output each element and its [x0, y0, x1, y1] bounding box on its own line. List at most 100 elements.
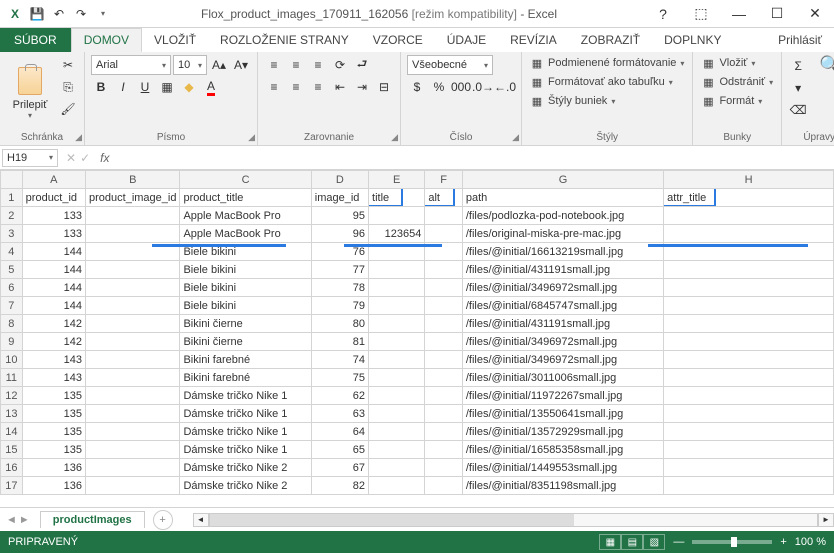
cell[interactable]: 81	[311, 333, 368, 351]
cell[interactable]	[425, 333, 463, 351]
row-header[interactable]: 16	[1, 459, 23, 477]
cell[interactable]: product_id	[22, 189, 85, 207]
comma-format-icon[interactable]: 000	[451, 77, 471, 97]
scroll-thumb[interactable]	[210, 514, 574, 526]
tab-file[interactable]: SÚBOR	[0, 28, 71, 52]
row-header[interactable]: 5	[1, 261, 23, 279]
cell[interactable]: path	[462, 189, 663, 207]
cell[interactable]: /files/@initial/3496972small.jpg	[462, 333, 663, 351]
align-left-icon[interactable]: ≡	[264, 77, 284, 97]
cell[interactable]: Bikini farebné	[180, 369, 311, 387]
cell[interactable]: Biele bikini	[180, 297, 311, 315]
table-row[interactable]: 10143Bikini farebné74/files/@initial/349…	[1, 351, 834, 369]
cancel-formula-icon[interactable]: ✕	[66, 151, 76, 165]
cell[interactable]	[369, 387, 425, 405]
cell[interactable]: 133	[22, 225, 85, 243]
cell[interactable]	[86, 405, 180, 423]
align-right-icon[interactable]: ≡	[308, 77, 328, 97]
col-header[interactable]: G	[462, 171, 663, 189]
tab-view[interactable]: ZOBRAZIŤ	[569, 28, 652, 52]
row-header[interactable]: 8	[1, 315, 23, 333]
wrap-text-icon[interactable]: ⮐	[352, 55, 372, 75]
cell[interactable]: Bikini čierne	[180, 315, 311, 333]
cell[interactable]: 80	[311, 315, 368, 333]
cell[interactable]	[86, 279, 180, 297]
cell[interactable]	[425, 351, 463, 369]
cell[interactable]	[369, 261, 425, 279]
select-all-corner[interactable]	[1, 171, 23, 189]
cell[interactable]	[86, 423, 180, 441]
cell[interactable]	[369, 405, 425, 423]
cell[interactable]: Dámske tričko Nike 1	[180, 405, 311, 423]
cell[interactable]: 78	[311, 279, 368, 297]
insert-cells-button[interactable]: ▦Vložiť▾	[699, 55, 775, 71]
align-middle-icon[interactable]: ≡	[286, 55, 306, 75]
cell[interactable]: 62	[311, 387, 368, 405]
font-launcher-icon[interactable]: ◢	[248, 132, 255, 143]
table-row[interactable]: 6144Biele bikini78/files/@initial/349697…	[1, 279, 834, 297]
cell[interactable]: Dámske tričko Nike 1	[180, 423, 311, 441]
add-sheet-button[interactable]: +	[153, 510, 173, 530]
save-icon[interactable]: 💾	[26, 3, 48, 25]
row-header[interactable]: 4	[1, 243, 23, 261]
undo-icon[interactable]: ↶	[48, 3, 70, 25]
cell[interactable]: /files/@initial/3496972small.jpg	[462, 351, 663, 369]
cell[interactable]	[425, 477, 463, 495]
row-header[interactable]: 12	[1, 387, 23, 405]
col-header[interactable]: B	[86, 171, 180, 189]
cell[interactable]: /files/@initial/8351198small.jpg	[462, 477, 663, 495]
table-row[interactable]: 14135Dámske tričko Nike 164/files/@initi…	[1, 423, 834, 441]
decrease-indent-icon[interactable]: ⇤	[330, 77, 350, 97]
name-box[interactable]: H19▾	[2, 149, 58, 167]
cell[interactable]	[369, 459, 425, 477]
col-header[interactable]: C	[180, 171, 311, 189]
cell[interactable]: image_id	[311, 189, 368, 207]
cell[interactable]: /files/@initial/16585358small.jpg	[462, 441, 663, 459]
cell[interactable]: 144	[22, 297, 85, 315]
cell[interactable]	[425, 441, 463, 459]
percent-format-icon[interactable]: %	[429, 77, 449, 97]
cell[interactable]	[86, 333, 180, 351]
table-row[interactable]: 9142Bikini čierne81/files/@initial/34969…	[1, 333, 834, 351]
tab-addins[interactable]: DOPLNKY	[652, 28, 733, 52]
fill-color-icon[interactable]: ◆	[179, 77, 199, 97]
cell[interactable]: product_title	[180, 189, 311, 207]
table-row[interactable]: 15135Dámske tričko Nike 165/files/@initi…	[1, 441, 834, 459]
cell[interactable]: 74	[311, 351, 368, 369]
increase-font-icon[interactable]: A▴	[209, 55, 229, 75]
italic-button[interactable]: I	[113, 77, 133, 97]
cell[interactable]: 63	[311, 405, 368, 423]
fill-icon[interactable]: ▾	[788, 78, 808, 98]
row-header[interactable]: 3	[1, 225, 23, 243]
cell[interactable]	[425, 405, 463, 423]
cell[interactable]	[369, 243, 425, 261]
row-header[interactable]: 17	[1, 477, 23, 495]
cell[interactable]: 143	[22, 351, 85, 369]
cell[interactable]	[86, 369, 180, 387]
cell[interactable]	[425, 279, 463, 297]
redo-icon[interactable]: ↷	[70, 3, 92, 25]
cut-icon[interactable]: ✂	[58, 55, 78, 75]
increase-indent-icon[interactable]: ⇥	[352, 77, 372, 97]
horizontal-scrollbar[interactable]: ◄ ►	[193, 513, 834, 527]
font-name-combo[interactable]: Arial▾	[91, 55, 171, 75]
cell[interactable]: /files/@initial/1449553small.jpg	[462, 459, 663, 477]
underline-button[interactable]: U	[135, 77, 155, 97]
col-header[interactable]: D	[311, 171, 368, 189]
table-row[interactable]: 4144Biele bikini76/files/@initial/166132…	[1, 243, 834, 261]
row-header[interactable]: 6	[1, 279, 23, 297]
minimize-button[interactable]: —	[720, 0, 758, 28]
cell[interactable]	[664, 459, 834, 477]
cell[interactable]	[664, 423, 834, 441]
cell[interactable]: Dámske tričko Nike 1	[180, 387, 311, 405]
cell[interactable]	[369, 315, 425, 333]
increase-decimal-icon[interactable]: .0→	[473, 77, 493, 97]
cell[interactable]	[369, 423, 425, 441]
align-top-icon[interactable]: ≡	[264, 55, 284, 75]
cell[interactable]: 144	[22, 243, 85, 261]
cell[interactable]	[86, 477, 180, 495]
tab-formulas[interactable]: VZORCE	[361, 28, 435, 52]
tab-home[interactable]: DOMOV	[71, 28, 142, 52]
normal-view-icon[interactable]: ▦	[599, 534, 621, 550]
cell[interactable]	[425, 297, 463, 315]
